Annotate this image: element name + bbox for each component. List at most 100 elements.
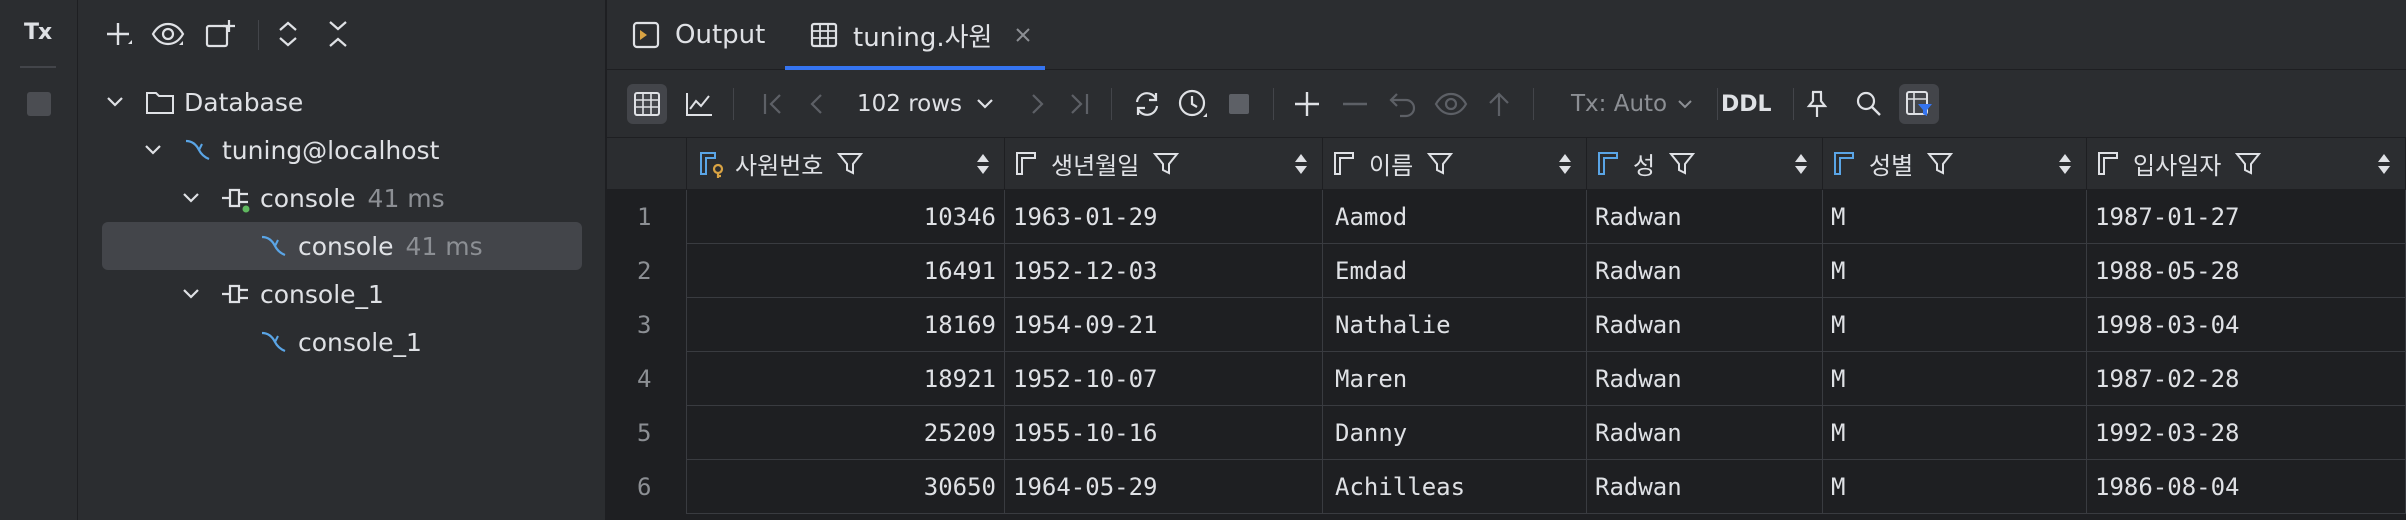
cell-first-name[interactable]: Aamod xyxy=(1323,190,1587,244)
sort-icon[interactable] xyxy=(1794,152,1808,176)
transaction-mode-dropdown[interactable]: Tx: Auto xyxy=(1571,84,1693,124)
cell-last-name[interactable]: Radwan xyxy=(1587,190,1823,244)
cell-employee-no[interactable]: 10346 xyxy=(687,190,1005,244)
cell-last-name[interactable]: Radwan xyxy=(1587,460,1823,514)
cell-birth-date[interactable]: 1964-05-29 xyxy=(1005,460,1323,514)
cell-employee-no[interactable]: 25209 xyxy=(687,406,1005,460)
sort-icon[interactable] xyxy=(2377,152,2391,176)
ddl-button[interactable]: DDL xyxy=(1721,84,1772,124)
table-view-icon[interactable] xyxy=(627,84,667,124)
tree-item-data-source[interactable]: tuning@localhost xyxy=(142,128,439,172)
cell-hire-date[interactable]: 1987-01-27 xyxy=(2087,190,2406,244)
chevron-down-icon[interactable] xyxy=(180,187,202,209)
cell-gender[interactable]: M xyxy=(1823,460,2087,514)
expand-all-icon[interactable] xyxy=(268,14,308,54)
column-header-hire-date[interactable]: 입사일자 xyxy=(2087,138,2406,190)
transaction-mode-label[interactable]: Tx xyxy=(24,20,52,45)
tree-item-console[interactable]: console 41 ms xyxy=(258,224,483,268)
filter-view-icon[interactable] xyxy=(1899,84,1939,124)
tab-output[interactable]: Output xyxy=(631,0,765,70)
cell-employee-no[interactable]: 18169 xyxy=(687,298,1005,352)
cell-gender[interactable]: M xyxy=(1823,244,2087,298)
table-row[interactable]: 3 18169 1954-09-21 Nathalie Radwan M 199… xyxy=(607,298,2406,352)
collapse-all-icon[interactable] xyxy=(318,14,358,54)
tree-item-console-1-session[interactable]: console_1 xyxy=(180,272,384,316)
filter-icon[interactable] xyxy=(1669,151,1696,177)
cell-employee-no[interactable]: 30650 xyxy=(687,460,1005,514)
row-count-dropdown[interactable]: 102 rows xyxy=(857,84,994,124)
table-row[interactable]: 1 10346 1963-01-29 Aamod Radwan M 1987-0… xyxy=(607,190,2406,244)
new-group-icon[interactable] xyxy=(200,14,240,54)
sort-icon[interactable] xyxy=(1294,152,1308,176)
cell-birth-date[interactable]: 1954-09-21 xyxy=(1005,298,1323,352)
cell-hire-date[interactable]: 1998-03-04 xyxy=(2087,298,2406,352)
cell-last-name[interactable]: Radwan xyxy=(1587,244,1823,298)
tab-table-employees[interactable]: tuning.사원 xyxy=(809,0,1032,70)
column-header-gender[interactable]: 성별 xyxy=(1823,138,2087,190)
cell-employee-no[interactable]: 18921 xyxy=(687,352,1005,406)
clock-icon[interactable] xyxy=(1173,84,1213,124)
previous-page-icon[interactable] xyxy=(797,84,837,124)
sort-icon[interactable] xyxy=(976,152,990,176)
submit-icon[interactable] xyxy=(1479,84,1519,124)
refresh-icon[interactable] xyxy=(1127,84,1167,124)
stop-icon[interactable] xyxy=(1219,84,1259,124)
cell-birth-date[interactable]: 1963-01-29 xyxy=(1005,190,1323,244)
cell-hire-date[interactable]: 1988-05-28 xyxy=(2087,244,2406,298)
close-icon[interactable] xyxy=(1014,26,1032,44)
cell-hire-date[interactable]: 1986-08-04 xyxy=(2087,460,2406,514)
column-header-birth-date[interactable]: 생년월일 xyxy=(1005,138,1323,190)
first-page-icon[interactable] xyxy=(753,84,793,124)
cell-birth-date[interactable]: 1955-10-16 xyxy=(1005,406,1323,460)
filter-icon[interactable] xyxy=(1153,151,1180,177)
table-row[interactable]: 4 18921 1952-10-07 Maren Radwan M 1987-0… xyxy=(607,352,2406,406)
table-row[interactable]: 6 30650 1964-05-29 Achilleas Radwan M 19… xyxy=(607,460,2406,514)
chevron-down-icon[interactable] xyxy=(104,91,126,113)
table-row[interactable]: 2 16491 1952-12-03 Emdad Radwan M 1988-0… xyxy=(607,244,2406,298)
chevron-down-icon[interactable] xyxy=(142,139,164,161)
cell-gender[interactable]: M xyxy=(1823,190,2087,244)
cell-first-name[interactable]: Maren xyxy=(1323,352,1587,406)
filter-icon[interactable] xyxy=(837,151,864,177)
tree-item-console-session[interactable]: console 41 ms xyxy=(180,176,445,220)
filter-icon[interactable] xyxy=(1427,151,1454,177)
cell-first-name[interactable]: Emdad xyxy=(1323,244,1587,298)
cell-last-name[interactable]: Radwan xyxy=(1587,406,1823,460)
pin-icon[interactable] xyxy=(1797,84,1837,124)
cell-first-name[interactable]: Danny xyxy=(1323,406,1587,460)
cell-last-name[interactable]: Radwan xyxy=(1587,352,1823,406)
cell-hire-date[interactable]: 1992-03-28 xyxy=(2087,406,2406,460)
revert-icon[interactable] xyxy=(1383,84,1423,124)
add-row-icon[interactable] xyxy=(1287,84,1327,124)
eye-icon[interactable] xyxy=(148,14,188,54)
search-icon[interactable] xyxy=(1849,84,1889,124)
cell-gender[interactable]: M xyxy=(1823,298,2087,352)
cell-gender[interactable]: M xyxy=(1823,352,2087,406)
chart-icon[interactable] xyxy=(679,84,719,124)
add-icon[interactable] xyxy=(98,14,138,54)
sort-icon[interactable] xyxy=(2058,152,2072,176)
cell-employee-no[interactable]: 16491 xyxy=(687,244,1005,298)
cell-first-name[interactable]: Achilleas xyxy=(1323,460,1587,514)
preview-changes-icon[interactable] xyxy=(1431,84,1471,124)
filter-icon[interactable] xyxy=(1927,151,1954,177)
tree-item-console-1[interactable]: console_1 xyxy=(258,320,422,364)
cell-gender[interactable]: M xyxy=(1823,406,2087,460)
cell-last-name[interactable]: Radwan xyxy=(1587,298,1823,352)
column-header-last-name[interactable]: 성 xyxy=(1587,138,1823,190)
sort-icon[interactable] xyxy=(1558,152,1572,176)
chevron-down-icon[interactable] xyxy=(180,283,202,305)
next-page-icon[interactable] xyxy=(1017,84,1057,124)
table-row[interactable]: 5 25209 1955-10-16 Danny Radwan M 1992-0… xyxy=(607,406,2406,460)
cell-hire-date[interactable]: 1987-02-28 xyxy=(2087,352,2406,406)
tree-item-database[interactable]: Database xyxy=(104,80,303,124)
stop-icon[interactable] xyxy=(27,92,51,116)
column-header-first-name[interactable]: 이름 xyxy=(1323,138,1587,190)
column-header-employee-no[interactable]: 사원번호 xyxy=(687,138,1005,190)
cell-birth-date[interactable]: 1952-10-07 xyxy=(1005,352,1323,406)
delete-row-icon[interactable] xyxy=(1335,84,1375,124)
last-page-icon[interactable] xyxy=(1059,84,1099,124)
filter-icon[interactable] xyxy=(2235,151,2262,177)
cell-birth-date[interactable]: 1952-12-03 xyxy=(1005,244,1323,298)
cell-first-name[interactable]: Nathalie xyxy=(1323,298,1587,352)
